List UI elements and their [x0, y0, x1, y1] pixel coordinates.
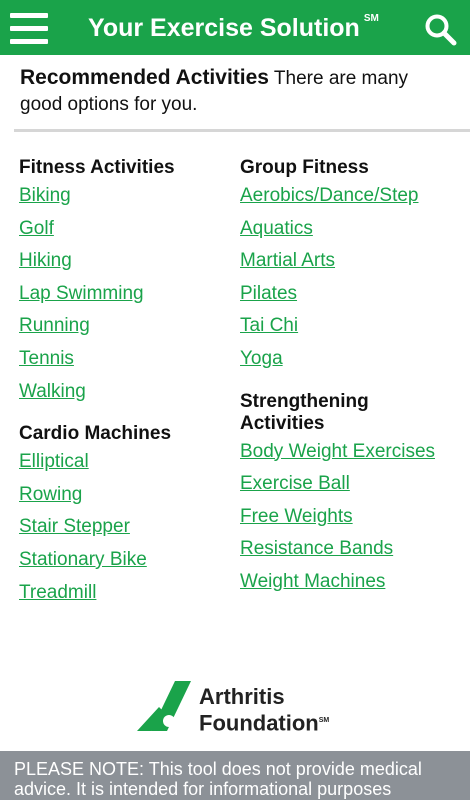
activity-link[interactable]: Pilates	[240, 283, 297, 304]
activity-link[interactable]: Elliptical	[19, 451, 89, 472]
divider	[14, 129, 470, 132]
arthritis-foundation-logo-icon	[137, 681, 191, 731]
search-icon[interactable]	[423, 12, 457, 46]
logo-line: Foundation	[199, 710, 319, 736]
activity-list: Elliptical Rowing Stair Stepper Stationa…	[19, 451, 234, 614]
page-title: Recommended Activities	[20, 66, 269, 89]
activity-link[interactable]: Stationary Bike	[19, 549, 147, 570]
activity-link[interactable]: Golf	[19, 218, 54, 239]
section-title: Cardio Machines	[19, 423, 172, 445]
activity-link[interactable]: Weight Machines	[240, 571, 385, 592]
notice-text: PLEASE NOTE: This tool does not provide …	[14, 759, 422, 799]
intro-text: Recommended Activities There are many go…	[20, 65, 450, 118]
section-title: Strengthening Activities	[240, 390, 369, 434]
logo-line: Arthritis	[199, 684, 285, 709]
section-title: Fitness Activities	[19, 157, 175, 178]
activity-link[interactable]: Stair Stepper	[19, 516, 130, 537]
section-title: Group Fitness	[240, 157, 369, 178]
activity-link[interactable]: Hiking	[19, 250, 72, 271]
app-header: Your Exercise Solution SM	[0, 0, 470, 55]
menu-bar	[10, 39, 48, 44]
activity-link[interactable]: Tennis	[19, 348, 74, 369]
activity-link[interactable]: Aerobics/Dance/Step	[240, 185, 419, 206]
activity-link[interactable]: Exercise Ball	[240, 473, 350, 494]
menu-bar	[10, 26, 48, 31]
service-mark: SM	[318, 717, 330, 724]
logo-text: Arthritis FoundationSM	[199, 685, 329, 735]
activity-link[interactable]: Rowing	[19, 484, 82, 505]
logo-line-2: FoundationSM	[199, 709, 329, 735]
activity-link[interactable]: Resistance Bands	[240, 538, 393, 559]
activity-list: Biking Golf Hiking Lap Swimming Running …	[19, 185, 234, 413]
activity-link[interactable]: Free Weights	[240, 506, 353, 527]
activity-link[interactable]: Lap Swimming	[19, 283, 144, 304]
activity-link[interactable]: Biking	[19, 185, 71, 206]
app-title: Your Exercise Solution SM	[88, 12, 379, 43]
activity-list: Body Weight Exercises Exercise Ball Free…	[240, 441, 455, 604]
activity-link[interactable]: Walking	[19, 381, 86, 402]
hamburger-menu-icon[interactable]	[10, 13, 48, 44]
activity-link[interactable]: Yoga	[240, 348, 283, 369]
activity-link[interactable]: Martial Arts	[240, 250, 335, 271]
right-column: Group Fitness Aerobics/Dance/Step Aquati…	[240, 157, 455, 604]
service-mark: SM	[363, 12, 379, 24]
activity-link[interactable]: Body Weight Exercises	[240, 441, 435, 462]
left-column: Fitness Activities Biking Golf Hiking La…	[19, 157, 234, 614]
menu-bar	[10, 13, 48, 18]
activity-link[interactable]: Running	[19, 315, 90, 336]
activity-list: Aerobics/Dance/Step Aquatics Martial Art…	[240, 185, 455, 381]
activity-link[interactable]: Treadmill	[19, 582, 96, 603]
activity-link[interactable]: Tai Chi	[240, 315, 298, 336]
notice-banner: PLEASE NOTE: This tool does not provide …	[0, 751, 470, 800]
activity-link[interactable]: Aquatics	[240, 218, 313, 239]
arthritis-foundation-logo: Arthritis FoundationSM	[137, 679, 337, 735]
app-title-text: Your Exercise Solution	[88, 14, 360, 42]
